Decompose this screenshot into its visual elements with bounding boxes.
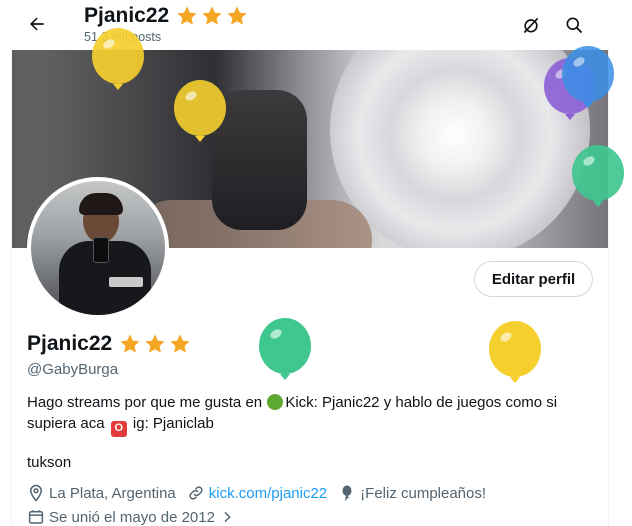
back-button[interactable] [20, 7, 54, 41]
bio-text-3: ig: Pjaniclab [132, 415, 214, 432]
balloon-yellow-icon [92, 28, 144, 90]
joined-text: Se unió el mayo de 2012 [49, 508, 215, 526]
star-icon [120, 334, 140, 353]
star-icon [227, 6, 247, 25]
bio: Hago streams por que me gusta en Kick: P… [27, 392, 587, 437]
location-text: La Plata, Argentina [49, 484, 176, 502]
balloon-yellow-icon [489, 321, 541, 383]
search-button[interactable] [557, 8, 591, 42]
location-icon [29, 484, 43, 502]
joined-item[interactable]: Se unió el mayo de 2012 [27, 508, 239, 526]
search-icon [566, 17, 583, 34]
balloon-green-icon [572, 145, 624, 207]
edit-profile-button[interactable]: Editar perfil [474, 261, 593, 297]
calendar-icon [28, 510, 44, 524]
profile-meta: La Plata, Argentina kick.com/pjanic22 ¡F… [27, 484, 497, 502]
header-title: Pjanic22 [84, 4, 249, 28]
joined-row[interactable]: Se unió el mayo de 2012 [27, 508, 250, 526]
arrow-left-icon [30, 17, 44, 31]
location-item: La Plata, Argentina [27, 484, 176, 502]
balloon-blue-icon [562, 46, 614, 108]
green-circle-icon [267, 394, 284, 410]
birthday-item: ¡Feliz cumpleaños! [338, 484, 486, 502]
stars-badge [118, 332, 192, 356]
bio-text-1: Hago streams por que me gusta en [27, 394, 263, 411]
star-icon [177, 6, 197, 25]
chevron-right-icon [224, 511, 231, 523]
star-icon [170, 334, 190, 353]
balloon-icon [342, 485, 352, 501]
link-icon [189, 486, 203, 500]
header-title-text: Pjanic22 [84, 4, 170, 27]
no-signal-button[interactable] [514, 8, 548, 42]
star-icon [202, 6, 222, 25]
birthday-text: ¡Feliz cumpleaños! [360, 484, 487, 502]
balloon-green-icon [259, 318, 311, 380]
bio-extra-line: tukson [27, 454, 72, 471]
avatar[interactable] [27, 177, 169, 319]
stars-badge [175, 4, 249, 28]
user-handle: @GabyBurga [27, 361, 119, 378]
display-name-text: Pjanic22 [27, 332, 113, 355]
display-name: Pjanic22 [27, 332, 192, 356]
star-icon [145, 334, 165, 353]
o-button-icon: O [110, 420, 127, 437]
no-signal-icon [523, 17, 539, 34]
balloon-yellow-icon [174, 80, 226, 142]
website-item[interactable]: kick.com/pjanic22 [187, 484, 327, 502]
website-link[interactable]: kick.com/pjanic22 [209, 485, 327, 502]
